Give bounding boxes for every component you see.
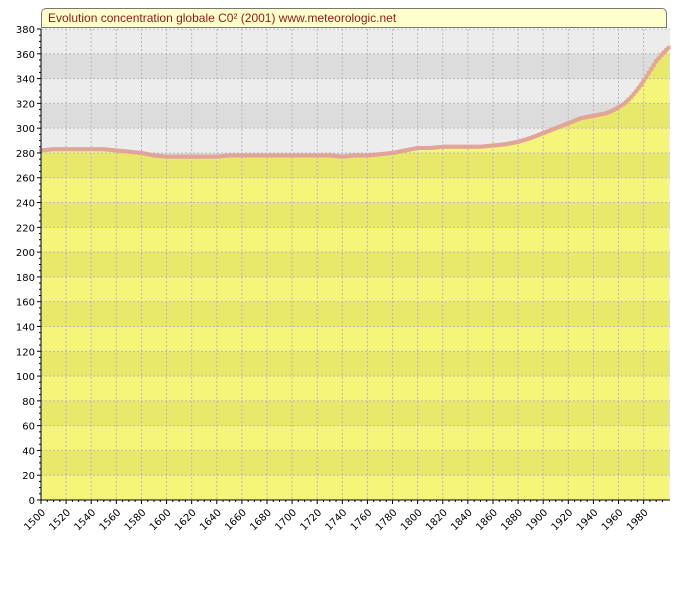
area-band: [41, 450, 669, 476]
y-tick-label: 380: [16, 25, 35, 36]
data-point: [639, 82, 644, 87]
x-tick-label: 1820: [424, 507, 450, 533]
y-tick-label: 40: [22, 446, 35, 457]
y-tick-label: 300: [16, 124, 35, 135]
x-tick-label: 1860: [474, 507, 500, 533]
y-tick-label: 220: [16, 223, 35, 234]
data-point: [644, 75, 649, 80]
area-band: [41, 301, 669, 327]
y-tick-label: 20: [22, 471, 35, 482]
x-tick-label: 1600: [148, 507, 174, 533]
data-point: [649, 67, 654, 72]
area-band: [41, 252, 669, 277]
y-tick-label: 140: [16, 322, 35, 333]
x-tick-label: 1640: [198, 507, 224, 533]
data-point: [641, 79, 646, 84]
chart-svg: 0 20 40 60 80 100 120 140 160 180 200 220 240 260 280 3…: [16, 25, 671, 533]
area-band: [41, 202, 669, 228]
data-point: [666, 45, 671, 50]
area-band: [41, 400, 669, 426]
x-tick-label: 1940: [575, 507, 601, 533]
y-axis-ticks: 0 20 40 60 80 100 120 140 160 180 200 220 240 260 280 3…: [16, 25, 41, 507]
x-tick-label: 1840: [449, 507, 475, 533]
x-tick-label: 1540: [73, 507, 99, 533]
y-tick-label: 100: [16, 372, 35, 383]
y-tick-label: 200: [16, 248, 35, 259]
x-axis-ticks: 1500 1520 1540 1560 1580 1600 1620 1640 1660 1680…: [22, 500, 663, 533]
x-tick-label: 1780: [374, 507, 400, 533]
x-tick-label: 1760: [349, 507, 375, 533]
x-tick-label: 1520: [47, 507, 73, 533]
x-tick-label: 1740: [324, 507, 350, 533]
y-tick-label: 0: [29, 496, 35, 507]
y-tick-label: 120: [16, 347, 35, 358]
x-tick-label: 1500: [22, 507, 48, 533]
x-tick-label: 1580: [123, 507, 149, 533]
data-point: [651, 63, 656, 68]
background-band: [41, 29, 670, 54]
x-tick-label: 1720: [299, 507, 325, 533]
x-tick-label: 1660: [223, 507, 249, 533]
data-point: [646, 71, 651, 76]
y-tick-label: 160: [16, 298, 35, 309]
y-tick-label: 240: [16, 199, 35, 210]
y-tick-label: 60: [22, 422, 35, 433]
area-band: [41, 351, 669, 377]
y-tick-label: 180: [16, 273, 35, 284]
y-tick-label: 340: [16, 75, 35, 86]
x-tick-label: 1880: [499, 507, 525, 533]
background-band: [41, 53, 670, 79]
y-tick-label: 360: [16, 50, 35, 61]
x-tick-label: 1920: [550, 507, 576, 533]
y-tick-label: 280: [16, 149, 35, 160]
y-tick-label: 260: [16, 174, 35, 185]
x-tick-label: 1680: [248, 507, 274, 533]
data-point: [636, 85, 641, 90]
x-tick-label: 1960: [600, 507, 626, 533]
x-tick-label: 1620: [173, 507, 199, 533]
x-tick-label: 1560: [98, 507, 124, 533]
x-tick-label: 1980: [625, 507, 651, 533]
x-tick-label: 1800: [399, 507, 425, 533]
y-tick-label: 80: [22, 397, 35, 408]
x-tick-label: 1700: [273, 507, 299, 533]
y-tick-label: 320: [16, 99, 35, 110]
background-band: [41, 78, 670, 104]
x-tick-label: 1900: [524, 507, 550, 533]
